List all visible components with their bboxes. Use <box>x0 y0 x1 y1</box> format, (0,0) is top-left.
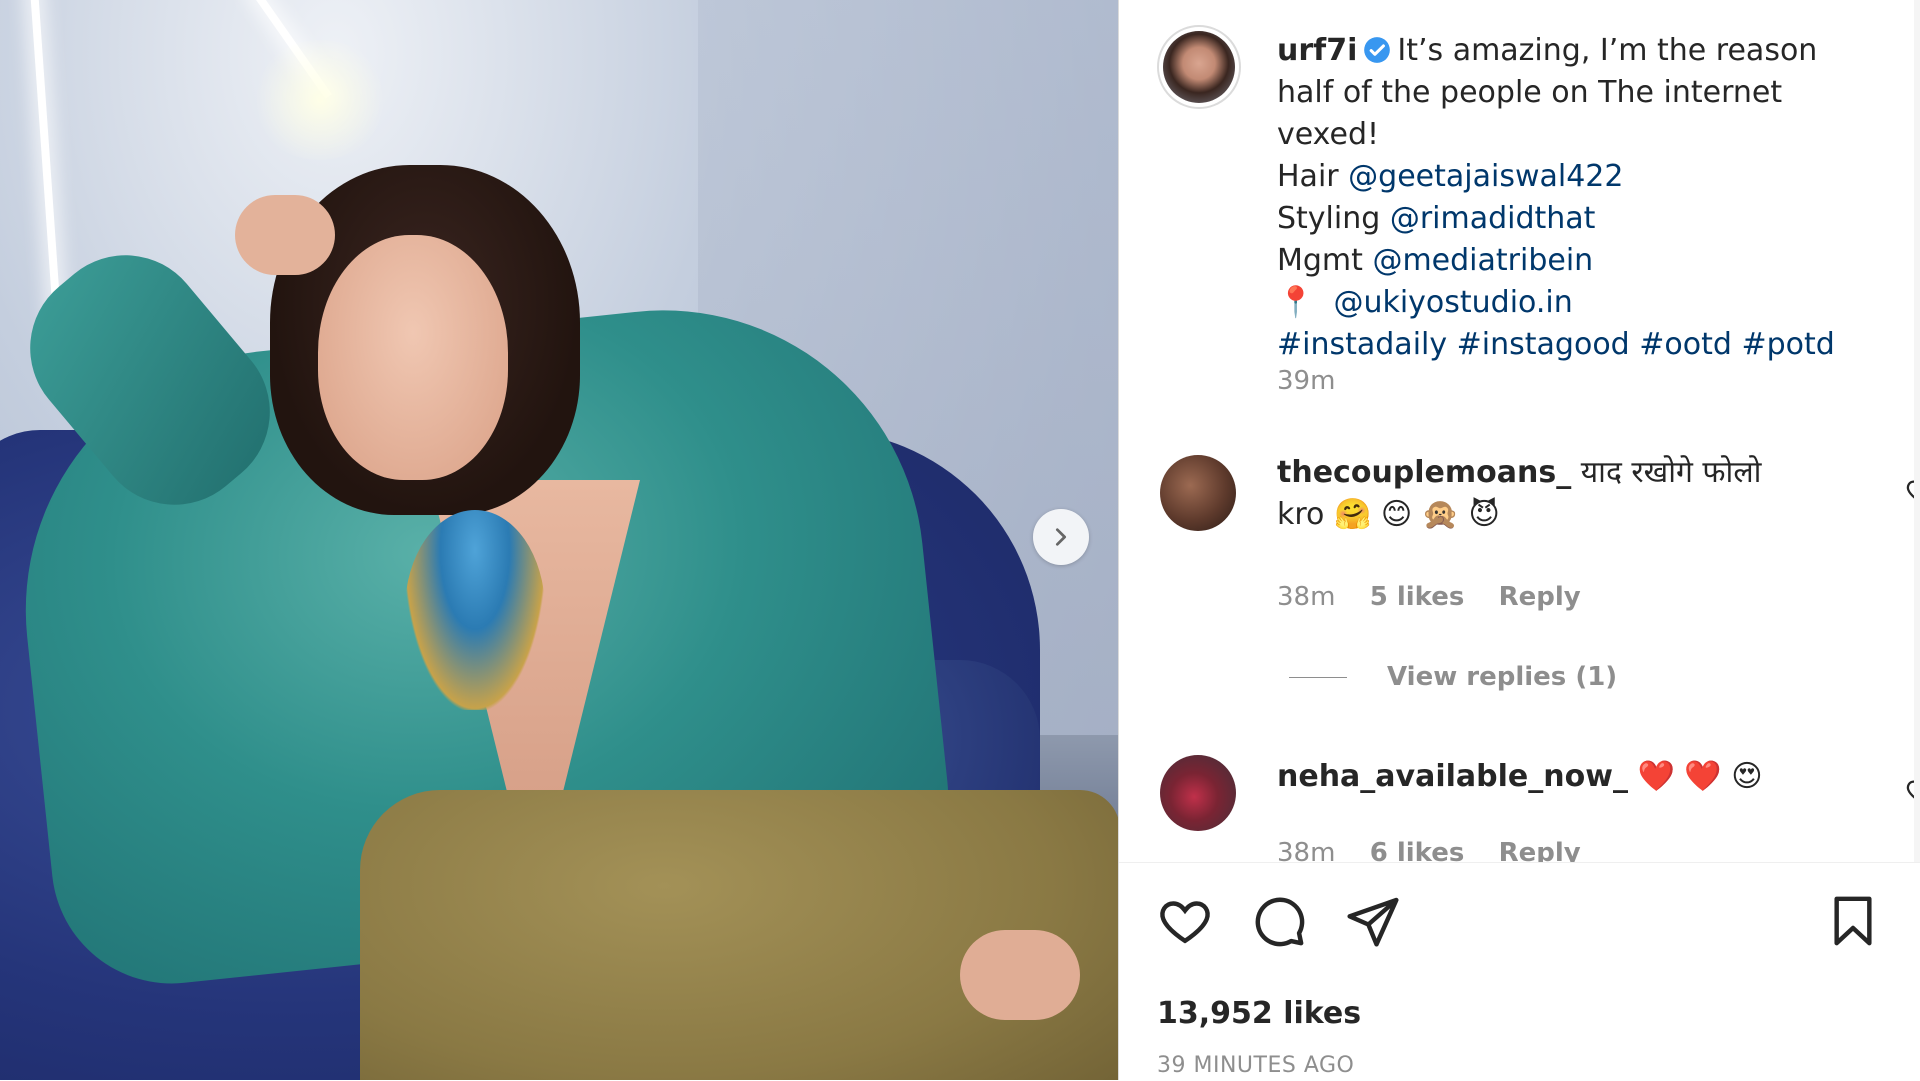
author-avatar[interactable] <box>1157 25 1241 109</box>
comments-scrollbar[interactable] <box>1914 0 1920 862</box>
mention-link[interactable]: @ukiyostudio.in <box>1333 285 1572 320</box>
hashtag-link[interactable]: #ootd <box>1639 327 1732 362</box>
location-pin-icon: 📍 <box>1277 285 1315 320</box>
comment-text: ❤️ ❤️ 😍 <box>1637 759 1763 794</box>
commenter-username[interactable]: thecouplemoans_ <box>1277 455 1571 490</box>
reply-button[interactable]: Reply <box>1499 838 1581 862</box>
caption: urf7i It’s amazing, I’m the reason half o… <box>1277 33 1835 362</box>
comment-icon[interactable] <box>1251 893 1307 949</box>
bookmark-icon[interactable] <box>1825 893 1881 949</box>
comment-time[interactable]: 38m <box>1277 582 1335 612</box>
caption-meta: 39m <box>1277 366 1361 396</box>
comment-likes[interactable]: 5 likes <box>1370 582 1465 612</box>
commenter-username[interactable]: neha_available_now_ <box>1277 759 1628 794</box>
post-timestamp[interactable]: 39 MINUTES AGO <box>1157 1053 1354 1078</box>
mention-link[interactable]: @rimadidthat <box>1390 201 1596 236</box>
commenter-avatar[interactable] <box>1160 455 1236 531</box>
caption-text: It’s amazing, I’m the reason half of the… <box>1277 33 1818 152</box>
hashtag-link[interactable]: #potd <box>1741 327 1834 362</box>
post-image[interactable] <box>0 0 1118 1080</box>
comment-meta: 38m 5 likes Reply <box>1277 582 1607 612</box>
comments-section[interactable]: urf7i It’s amazing, I’m the reason half o… <box>1119 0 1920 862</box>
hashtag-link[interactable]: #instagood <box>1457 327 1630 362</box>
commenter-avatar[interactable] <box>1160 755 1236 831</box>
comment-time[interactable]: 38m <box>1277 838 1335 862</box>
caption-time[interactable]: 39m <box>1277 366 1335 396</box>
view-replies-button[interactable]: View replies (1) <box>1289 662 1617 692</box>
mention-link[interactable]: @geetajaiswal422 <box>1348 159 1623 194</box>
comment: thecouplemoans_ याद रखोगे फोलो kro 🤗 😊 🙊… <box>1277 452 1817 536</box>
chevron-right-icon <box>1055 528 1067 546</box>
likes-count[interactable]: 13,952 likes <box>1157 996 1361 1031</box>
paper-plane-icon[interactable] <box>1345 893 1401 949</box>
comment-likes[interactable]: 6 likes <box>1370 838 1465 862</box>
post-viewer: urf7i It’s amazing, I’m the reason half o… <box>0 0 1920 1080</box>
reply-button[interactable]: Reply <box>1499 582 1581 612</box>
post-side-panel: urf7i It’s amazing, I’m the reason half o… <box>1118 0 1920 1080</box>
hashtag-link[interactable]: #instadaily <box>1277 327 1447 362</box>
model-figure <box>0 0 1118 1080</box>
mention-link[interactable]: @mediatribein <box>1372 243 1593 278</box>
necklace <box>405 510 545 710</box>
comment: neha_available_now_ ❤️ ❤️ 😍 <box>1277 756 1817 798</box>
comment-meta: 38m 6 likes Reply <box>1277 838 1607 862</box>
post-actions: 13,952 likes 39 MINUTES AGO <box>1119 862 1920 1081</box>
verified-badge-icon <box>1364 37 1391 63</box>
next-image-button[interactable] <box>1033 509 1089 565</box>
heart-icon[interactable] <box>1157 893 1213 949</box>
author-username[interactable]: urf7i <box>1277 33 1357 68</box>
